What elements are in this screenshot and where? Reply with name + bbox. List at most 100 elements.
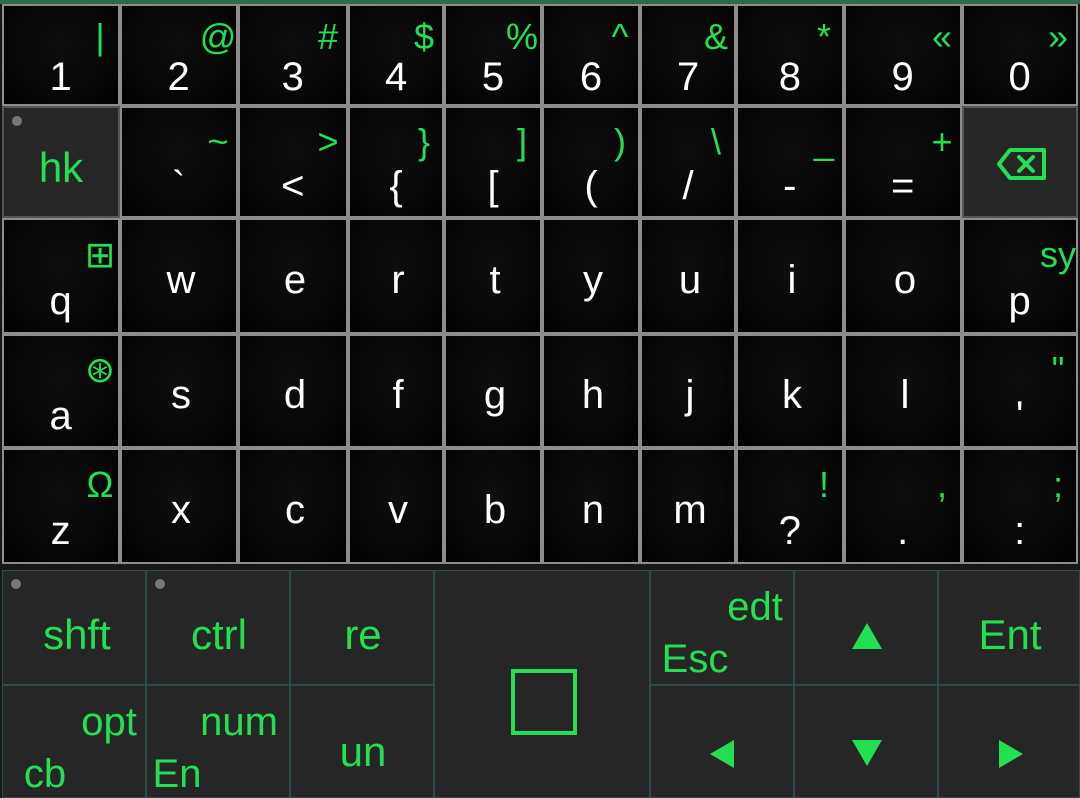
key-6[interactable]: 6 ^ [542,4,640,106]
hk-key-label: hk [38,144,84,191]
key-z[interactable]: zΩ [2,448,120,564]
arrow-right-icon [999,740,1023,768]
ctrl-key[interactable]: ctrl [146,570,290,685]
clipboard-key[interactable]: opt cb [2,685,146,798]
key-b[interactable]: b [444,448,542,564]
key-main-label: [ [487,164,499,209]
key-main-label: c [285,488,305,532]
arrow-left-key[interactable] [650,685,794,798]
key-main-label: 8 [778,55,801,100]
key-d[interactable]: d [238,334,348,448]
key-alt-label: ; [1052,463,1064,505]
key-k[interactable]: k [736,334,844,448]
ctrl-key-label: ctrl [191,611,247,658]
key-m[interactable]: m [640,448,736,564]
key-main-label: h [581,373,605,417]
key-alt-label: , [936,463,948,505]
key-alt-label: ~ [207,120,229,162]
arrow-down-key[interactable] [794,685,938,798]
backspace-key[interactable] [962,106,1078,218]
backspace-icon [997,148,1046,180]
hk-key[interactable]: hk [2,106,120,218]
key-q[interactable]: q ⊞ [2,218,120,334]
key-sym-1-7[interactable]: - _ [736,106,844,218]
key-sym-1-2[interactable]: < > [238,106,348,218]
key-7[interactable]: 7 & [640,4,736,106]
key-sym-4-8[interactable]: ., [844,448,962,564]
key-main-label: z [50,509,71,554]
key-main-label: w [166,258,196,302]
key-sym-4-7[interactable]: ?! [736,448,844,564]
enter-key-label: Ent [978,611,1042,658]
key-main-label: f [392,373,404,417]
key-main-label: m [673,488,707,532]
number-alt-label: num [200,700,278,744]
key-main-label: x [171,488,191,532]
edit-alt-label: edt [727,585,783,629]
key-n[interactable]: n [542,448,640,564]
redo-key[interactable]: re [290,570,434,685]
lock-indicator-dot [12,116,22,126]
space-key[interactable] [434,570,650,798]
key-t[interactable]: t [444,218,542,334]
key-main-label: v [388,488,408,532]
key-i[interactable]: i [736,218,844,334]
key-5[interactable]: 5% [444,4,542,106]
key-main-label: y [583,258,603,302]
key-2[interactable]: 2 @ [120,4,238,106]
shift-key[interactable]: shft [2,570,146,685]
key-0[interactable]: 0» [962,4,1078,106]
key-g[interactable]: g [444,334,542,448]
key-alt-label: % [505,15,539,57]
key-j[interactable]: j [640,334,736,448]
key-alt-label: » [1047,15,1069,57]
key-u[interactable]: u [640,218,736,334]
arrow-up-key[interactable] [794,570,938,685]
undo-key[interactable]: un [290,685,434,798]
arrow-right-key[interactable] [938,685,1080,798]
key-alt-label: _ [813,120,835,162]
key-sym-1-8[interactable]: = + [844,106,962,218]
key-main-label: { [389,164,403,209]
key-1[interactable]: 1 | [2,4,120,106]
esc-key[interactable]: edt Esc [650,570,794,685]
key-9[interactable]: 9 « [844,4,962,106]
key-main-label: 6 [579,55,603,100]
enter-key[interactable]: Ent [938,570,1080,685]
key-main-label: s [171,373,191,417]
key-e[interactable]: e [238,218,348,334]
key-l[interactable]: l [844,334,962,448]
key-sym-1-1[interactable]: ` ~ [120,106,238,218]
key-a[interactable]: a ⊛ [2,334,120,448]
undo-key-label: un [339,728,387,775]
key-h[interactable]: h [542,334,640,448]
key-3[interactable]: 3 # [238,4,348,106]
key-sym-4-9[interactable]: :; [962,448,1078,564]
key-sym-1-6[interactable]: / \ [640,106,736,218]
key-alt-label: } [417,120,431,162]
key-8[interactable]: 8 * [736,4,844,106]
key-sym-3-9[interactable]: ' " [962,334,1078,448]
key-s[interactable]: s [120,334,238,448]
key-sym-1-3[interactable]: {} [348,106,444,218]
key-f[interactable]: f [348,334,444,448]
key-p[interactable]: p sy [962,218,1078,334]
key-alt-label: * [816,15,832,57]
key-sym-1-4[interactable]: [] [444,106,542,218]
key-x[interactable]: x [120,448,238,564]
key-main-label: u [678,258,702,302]
key-4[interactable]: 4 $ [348,4,444,106]
square-icon [511,669,577,735]
key-y[interactable]: y [542,218,640,334]
key-r[interactable]: r [348,218,444,334]
language-key[interactable]: num En [146,685,290,798]
key-w[interactable]: w [120,218,238,334]
key-main-label: = [890,164,915,209]
key-main-label: n [581,488,605,532]
key-c[interactable]: c [238,448,348,564]
key-v[interactable]: v [348,448,444,564]
lock-indicator-dot [155,579,165,589]
key-sym-1-5[interactable]: () [542,106,640,218]
key-o[interactable]: o [844,218,962,334]
key-main-label: ' [1015,393,1024,438]
